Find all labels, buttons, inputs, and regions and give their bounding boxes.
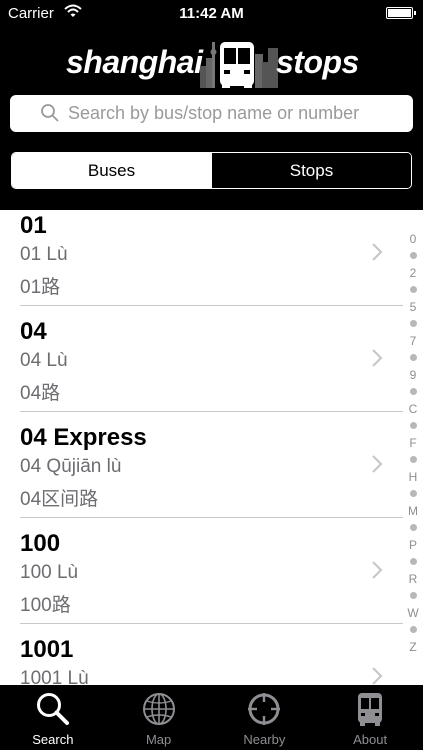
index-dot (404, 349, 422, 366)
index-dot (404, 247, 422, 264)
route-row[interactable]: 100 100 Lù 100路 (0, 518, 423, 624)
route-number: 04 (20, 318, 47, 345)
index-letter: P (408, 537, 417, 552)
route-row[interactable]: 04 Express 04 Qūjiān lù 04区间路 (0, 412, 423, 518)
route-pinyin: 100 Lù (20, 562, 79, 583)
route-number: 04 Express (20, 424, 147, 451)
route-row[interactable]: 01 01 Lù 01路 (0, 200, 423, 306)
status-bar: Carrier 11:42 AM (0, 0, 423, 28)
clock: 11:42 AM (179, 5, 244, 22)
segment-stops[interactable]: Stops (211, 153, 411, 188)
header: shanghai stops Search by bus/stop name o… (0, 28, 423, 210)
index-dot-mark (409, 490, 417, 497)
index-letter: R (408, 571, 418, 586)
index-dot-mark (409, 524, 417, 531)
index-dot-mark (409, 286, 417, 293)
tab-label: Nearby (243, 732, 286, 747)
index-dot (404, 281, 422, 298)
route-pinyin: 04 Lù (20, 350, 68, 371)
index-dot (404, 485, 422, 502)
index-dot-mark (409, 422, 417, 429)
search-icon (40, 103, 60, 128)
tab-label: Map (145, 732, 172, 747)
index-letter: W (407, 605, 419, 620)
battery-icon (386, 7, 416, 19)
route-number: 100 (20, 530, 61, 557)
app-logo: shanghai stops (64, 32, 364, 88)
route-row[interactable]: 04 04 Lù 04路 (0, 306, 423, 412)
chevron-right-icon (372, 243, 383, 261)
tab-nearby[interactable]: Nearby (212, 685, 318, 750)
index-letter: 2 (409, 265, 417, 280)
index-letter: 0 (409, 231, 417, 246)
tab-map[interactable]: Map (106, 685, 212, 750)
index-dot-mark (409, 626, 417, 633)
logo-text-left: shanghai (66, 44, 203, 80)
tab-search[interactable]: Search (0, 685, 106, 750)
index-dot-mark (409, 388, 417, 395)
index-dot-mark (409, 456, 417, 463)
chevron-right-icon (372, 455, 383, 473)
route-chinese: 04区间路 (20, 489, 99, 510)
logo-text-right: stops (276, 44, 359, 80)
route-pinyin: 01 Lù (20, 244, 68, 265)
segment-buses[interactable]: Buses (12, 153, 211, 188)
index-dot (404, 621, 422, 638)
index-letter: Z (409, 639, 417, 654)
index-dot (404, 451, 422, 468)
search-input[interactable]: Search by bus/stop name or number (10, 95, 413, 132)
globe-icon (142, 693, 175, 725)
search-icon (36, 693, 69, 725)
index-letter: H (408, 469, 418, 484)
tab-about[interactable]: About (317, 685, 423, 750)
tab-label: About (353, 732, 388, 747)
index-letter: M (408, 503, 418, 518)
index-dot-mark (409, 252, 417, 259)
segmented-control: Buses Stops (11, 152, 412, 189)
bus-icon (358, 693, 383, 726)
index-dot (404, 315, 422, 332)
index-letter: 5 (409, 299, 417, 314)
index-letter: F (409, 435, 417, 450)
route-list: 01 01 Lù 01路 04 04 Lù 04路 04 Express 04 … (0, 200, 423, 685)
tab-label: Search (32, 732, 74, 747)
route-chinese: 04路 (20, 383, 61, 404)
tab-bar: Search Map Nearby About (0, 685, 423, 750)
search-placeholder: Search by bus/stop name or number (68, 103, 360, 123)
index-dot-mark (409, 320, 417, 327)
index-dot (404, 587, 422, 604)
route-chinese: 01路 (20, 277, 61, 298)
index-dot-mark (409, 354, 417, 361)
index-dot-mark (409, 592, 417, 599)
chevron-right-icon (372, 349, 383, 367)
index-letter: 7 (409, 333, 417, 348)
route-number: 01 (20, 212, 47, 239)
crosshair-icon (248, 693, 281, 725)
section-index[interactable]: 0 2 5 7 9 C F H M P R W Z (404, 230, 422, 655)
chevron-right-icon (372, 561, 383, 579)
route-pinyin: 1001 Lù (20, 668, 89, 685)
index-dot (404, 417, 422, 434)
route-chinese: 100路 (20, 595, 71, 616)
index-letter: C (408, 401, 418, 416)
index-dot (404, 383, 422, 400)
index-letter: 9 (409, 367, 417, 382)
route-row[interactable]: 1001 1001 Lù (0, 624, 423, 685)
index-dot (404, 553, 422, 570)
skyline-bus-icon (200, 42, 278, 88)
chevron-right-icon (372, 667, 383, 685)
index-dot-mark (409, 558, 417, 565)
route-number: 1001 (20, 636, 74, 663)
index-dot (404, 519, 422, 536)
route-pinyin: 04 Qūjiān lù (20, 456, 122, 477)
